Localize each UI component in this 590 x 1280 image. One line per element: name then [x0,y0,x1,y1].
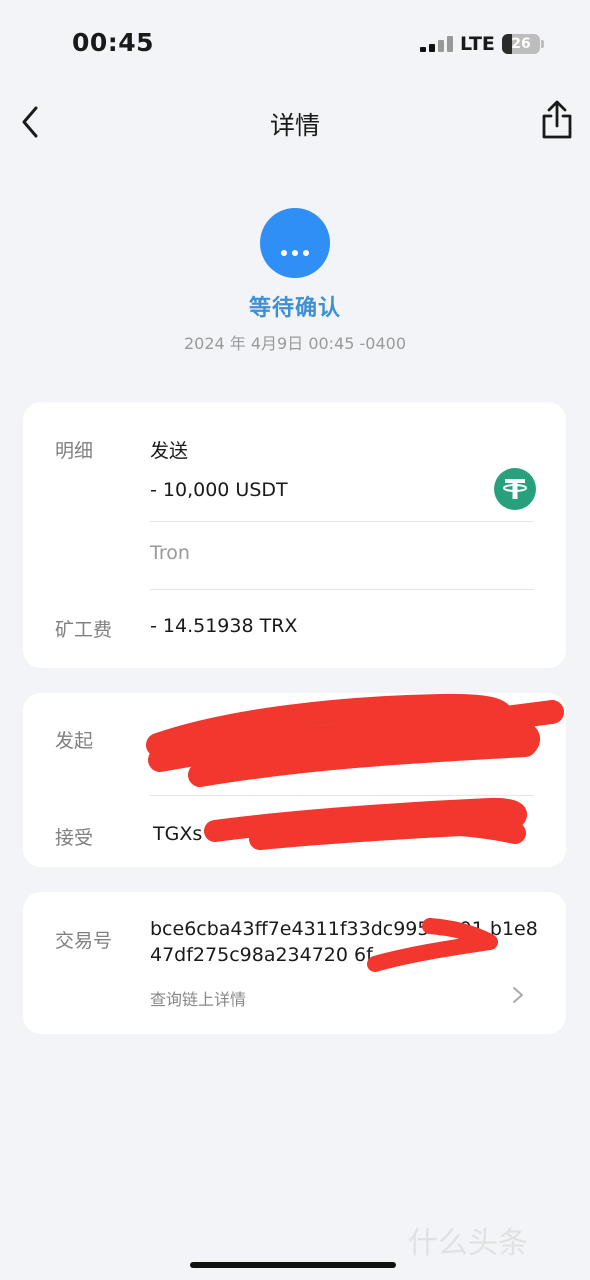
fee-label: 矿工费 [55,619,113,641]
tx-hash-label: 交易号 [55,930,113,952]
home-indicator[interactable] [190,1262,396,1268]
chevron-right-icon[interactable] [511,985,525,1005]
transaction-status: 等待确认 [248,296,341,321]
status-bar-time: 00:45 [72,28,155,57]
detail-label: 明细 [55,440,94,462]
divider [150,795,534,796]
battery-tip [541,40,544,48]
pending-status-icon [260,208,330,278]
view-on-chain-link[interactable]: 查询链上详情 [150,986,246,1010]
transaction-type: 发送 [150,440,189,462]
detail-card: 明细 发送 - 10,000 USDT Tron 矿工费 - 14.51938 … [23,402,566,668]
network-type: LTE [460,33,495,55]
address-card: 发起 接受 TGXs [23,693,566,867]
battery-level: 26 [511,36,531,52]
watermark: 什么头条 [408,1226,528,1261]
to-label: 接受 [55,827,94,849]
usdt-token-icon [494,468,536,510]
transaction-timestamp: 2024 年 4月9日 00:45 -0400 [183,334,407,353]
share-icon[interactable] [538,100,576,140]
signal-strength-icon [420,36,454,52]
from-label: 发起 [55,730,94,752]
page-title: 详情 [269,111,320,140]
to-address[interactable]: TGXs [153,823,202,845]
divider [150,589,534,590]
network-fee: - 14.51938 TRX [150,615,298,637]
tx-hash[interactable]: bce6cba43ff7e4311f33dc995 5891 b1e847df2… [150,916,540,968]
divider [150,521,534,522]
battery-icon: 26 [502,34,540,54]
transaction-amount: - 10,000 USDT [150,479,288,501]
transaction-card: 交易号 bce6cba43ff7e4311f33dc995 5891 b1e84… [23,892,566,1034]
network-name: Tron [150,542,190,564]
